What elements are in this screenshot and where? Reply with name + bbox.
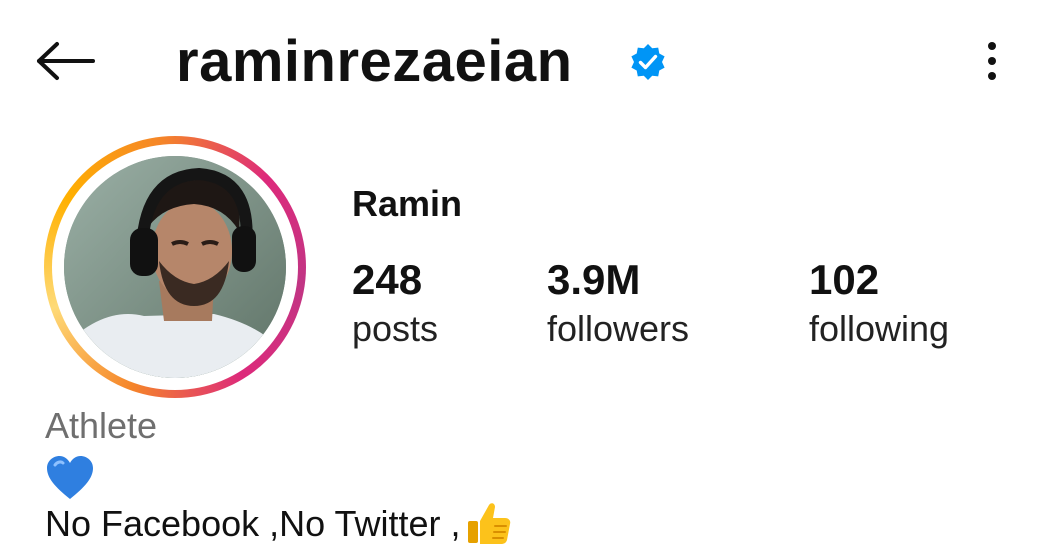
avatar — [64, 156, 286, 378]
posts-stat[interactable]: 248 posts — [352, 256, 438, 354]
avatar-story-ring[interactable] — [44, 136, 306, 398]
profile-username: raminrezaeian — [176, 29, 573, 94]
posts-label: posts — [352, 308, 439, 349]
more-dot — [988, 57, 996, 65]
verified-badge-icon — [631, 44, 665, 80]
followers-count: 3.9M — [547, 256, 641, 303]
following-count: 102 — [809, 256, 880, 303]
profile-photo-icon — [64, 156, 286, 378]
more-dot — [988, 72, 996, 80]
bio-text: No Facebook ,No Twitter , — [45, 500, 513, 548]
back-button[interactable] — [30, 36, 100, 86]
profile-display-name: Ramin — [352, 183, 463, 224]
bio-line-text: No Facebook ,No Twitter , — [45, 503, 461, 544]
followers-label: followers — [547, 308, 690, 349]
profile-header: raminrezaeian — [0, 0, 1055, 120]
following-label: following — [809, 308, 950, 349]
following-stat[interactable]: 102 following — [809, 256, 949, 354]
thumbs-up-icon — [467, 503, 510, 544]
arrow-left-icon — [37, 42, 95, 80]
blue-heart-icon — [47, 456, 93, 499]
profile-category: Athlete — [45, 405, 158, 446]
posts-count: 248 — [352, 256, 423, 303]
more-options-button[interactable] — [972, 34, 1012, 88]
avatar-ring-gap — [52, 144, 298, 390]
more-dot — [988, 42, 996, 50]
followers-stat[interactable]: 3.9M followers — [547, 256, 689, 354]
